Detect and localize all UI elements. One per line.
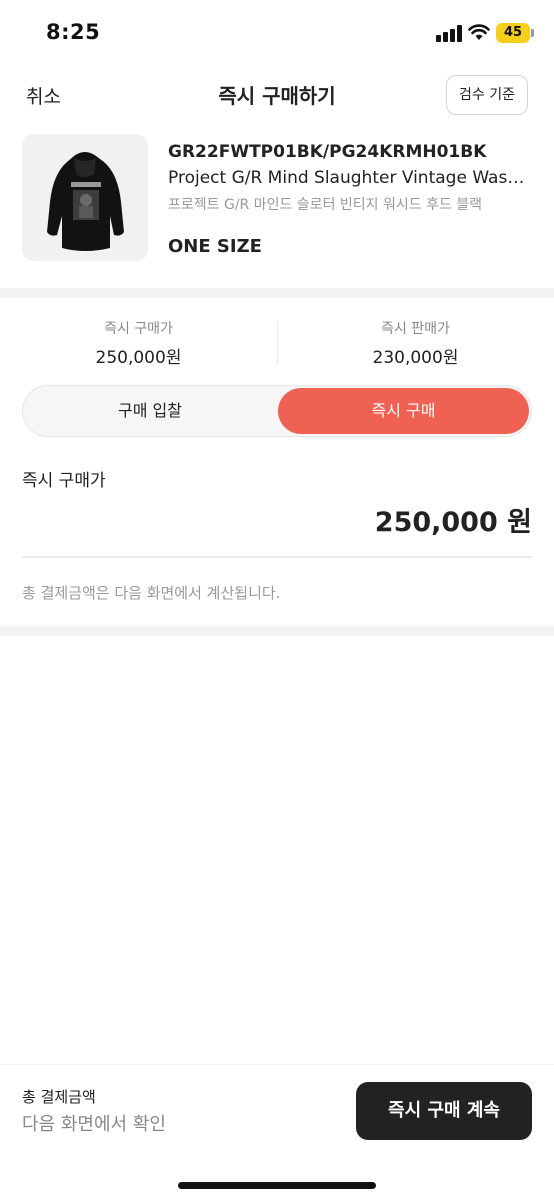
instant-buy-price-summary: 즉시 구매가 250,000원 bbox=[0, 318, 277, 368]
instant-buy-price-amount: 250,000 원 bbox=[374, 507, 532, 538]
cancel-button[interactable]: 취소 bbox=[26, 82, 61, 109]
product-size: ONE SIZE bbox=[168, 236, 262, 257]
instant-sell-price-value: 230,000원 bbox=[372, 348, 459, 368]
instant-sell-price-summary: 즉시 판매가 230,000원 bbox=[277, 318, 554, 368]
cellular-signal-icon bbox=[436, 25, 462, 42]
section-divider-bottom bbox=[0, 626, 554, 636]
home-indicator bbox=[178, 1182, 376, 1189]
instant-sell-price-label: 즉시 판매가 bbox=[381, 321, 450, 337]
price-underline bbox=[22, 556, 532, 558]
product-summary: GR22FWTP01BK/PG24KRMH01BK Project G/R Mi… bbox=[0, 122, 554, 288]
product-image[interactable] bbox=[22, 134, 148, 261]
product-name-ko: 프로젝트 G/R 마인드 슬로터 빈티지 워시드 후드 블랙 bbox=[168, 197, 483, 213]
tab-purchase-bid[interactable]: 구매 입찰 bbox=[25, 388, 275, 434]
instant-buy-price-value: 250,000원 bbox=[95, 348, 182, 368]
section-divider bbox=[0, 288, 554, 298]
tab-instant-buy[interactable]: 즉시 구매 bbox=[278, 388, 529, 434]
battery-tip bbox=[531, 29, 534, 37]
hoodie-product-image bbox=[22, 134, 148, 261]
purchase-type-toggle: 구매 입찰 즉시 구매 bbox=[22, 385, 532, 437]
product-code: GR22FWTP01BK/PG24KRMH01BK bbox=[168, 142, 487, 162]
status-bar: 8:25 45 bbox=[0, 0, 554, 66]
instant-buy-price-label: 즉시 구매가 bbox=[104, 321, 173, 337]
continue-instant-buy-button[interactable]: 즉시 구매 계속 bbox=[356, 1082, 532, 1140]
product-name-en: Project G/R Mind Slaughter Vintage Washe… bbox=[168, 168, 532, 188]
battery-icon: 45 bbox=[496, 23, 530, 43]
total-payment-hint: 다음 화면에서 확인 bbox=[22, 1114, 166, 1135]
header: 취소 즉시 구매하기 검수 기준 bbox=[0, 66, 554, 122]
status-time: 8:25 bbox=[46, 20, 101, 44]
bottom-bar-border bbox=[0, 1064, 554, 1065]
payment-notice: 총 결제금액은 다음 화면에서 계산됩니다. bbox=[22, 584, 281, 602]
instant-buy-price-heading: 즉시 구매가 bbox=[22, 471, 106, 491]
total-payment-label: 총 결제금액 bbox=[22, 1088, 96, 1106]
inspection-criteria-button[interactable]: 검수 기준 bbox=[446, 75, 528, 115]
wifi-icon bbox=[468, 24, 490, 40]
